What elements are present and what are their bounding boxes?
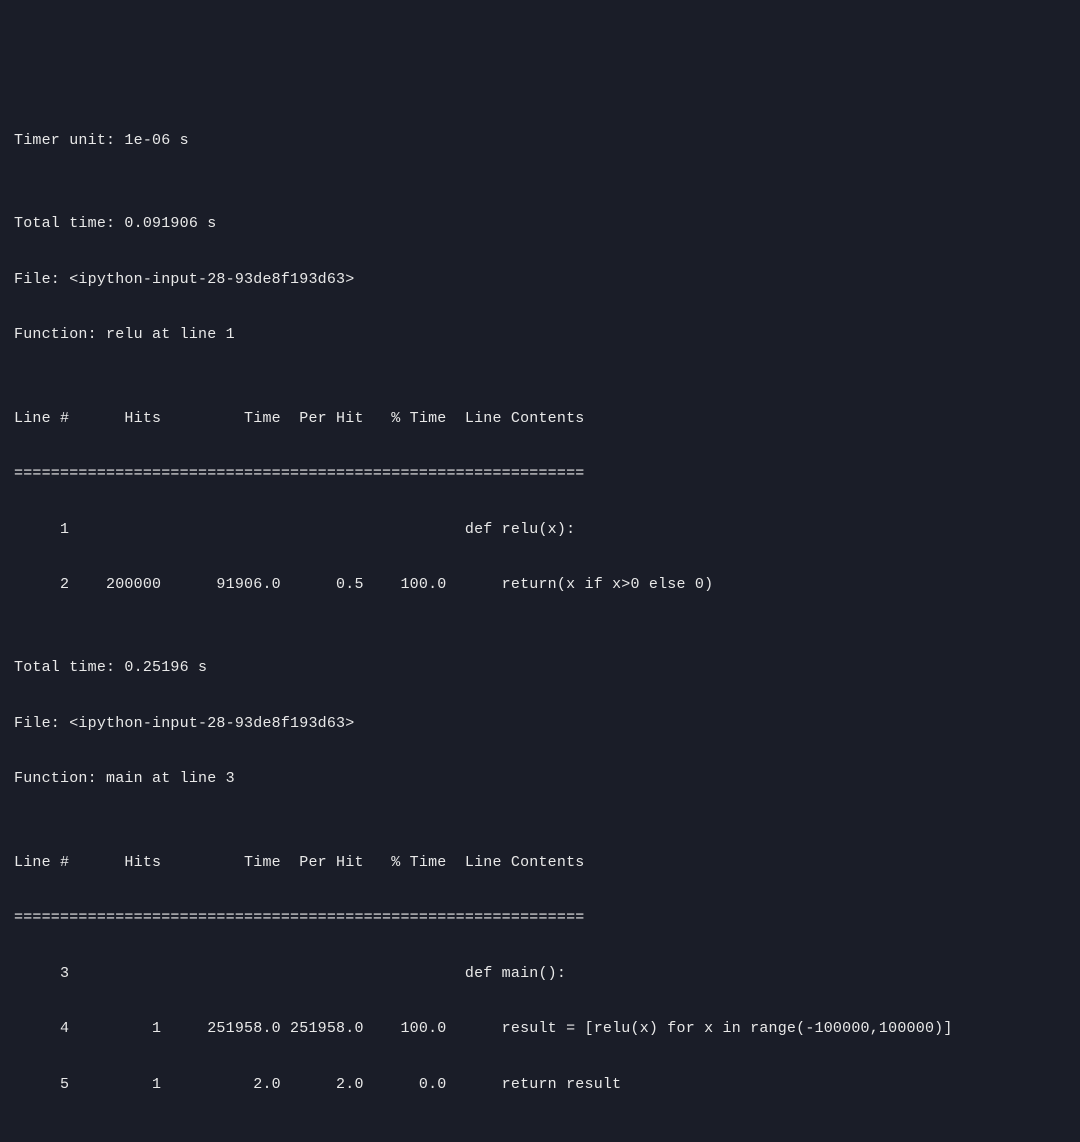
timer-unit-line: Timer unit: 1e-06 s <box>14 127 1066 155</box>
table-separator: ========================================… <box>14 460 1066 488</box>
function-line: Function: main at line 3 <box>14 765 1066 793</box>
total-time-line: Total time: 0.091906 s <box>14 210 1066 238</box>
table-row: 5 1 2.0 2.0 0.0 return result <box>14 1071 1066 1099</box>
table-separator: ========================================… <box>14 904 1066 932</box>
table-header: Line # Hits Time Per Hit % Time Line Con… <box>14 849 1066 877</box>
table-row: 2 200000 91906.0 0.5 100.0 return(x if x… <box>14 571 1066 599</box>
table-row: 4 1 251958.0 251958.0 100.0 result = [re… <box>14 1015 1066 1043</box>
total-time-line: Total time: 0.25196 s <box>14 654 1066 682</box>
table-header: Line # Hits Time Per Hit % Time Line Con… <box>14 405 1066 433</box>
file-line: File: <ipython-input-28-93de8f193d63> <box>14 266 1066 294</box>
function-line: Function: relu at line 1 <box>14 321 1066 349</box>
table-row: 1 def relu(x): <box>14 516 1066 544</box>
table-row: 3 def main(): <box>14 960 1066 988</box>
file-line: File: <ipython-input-28-93de8f193d63> <box>14 710 1066 738</box>
